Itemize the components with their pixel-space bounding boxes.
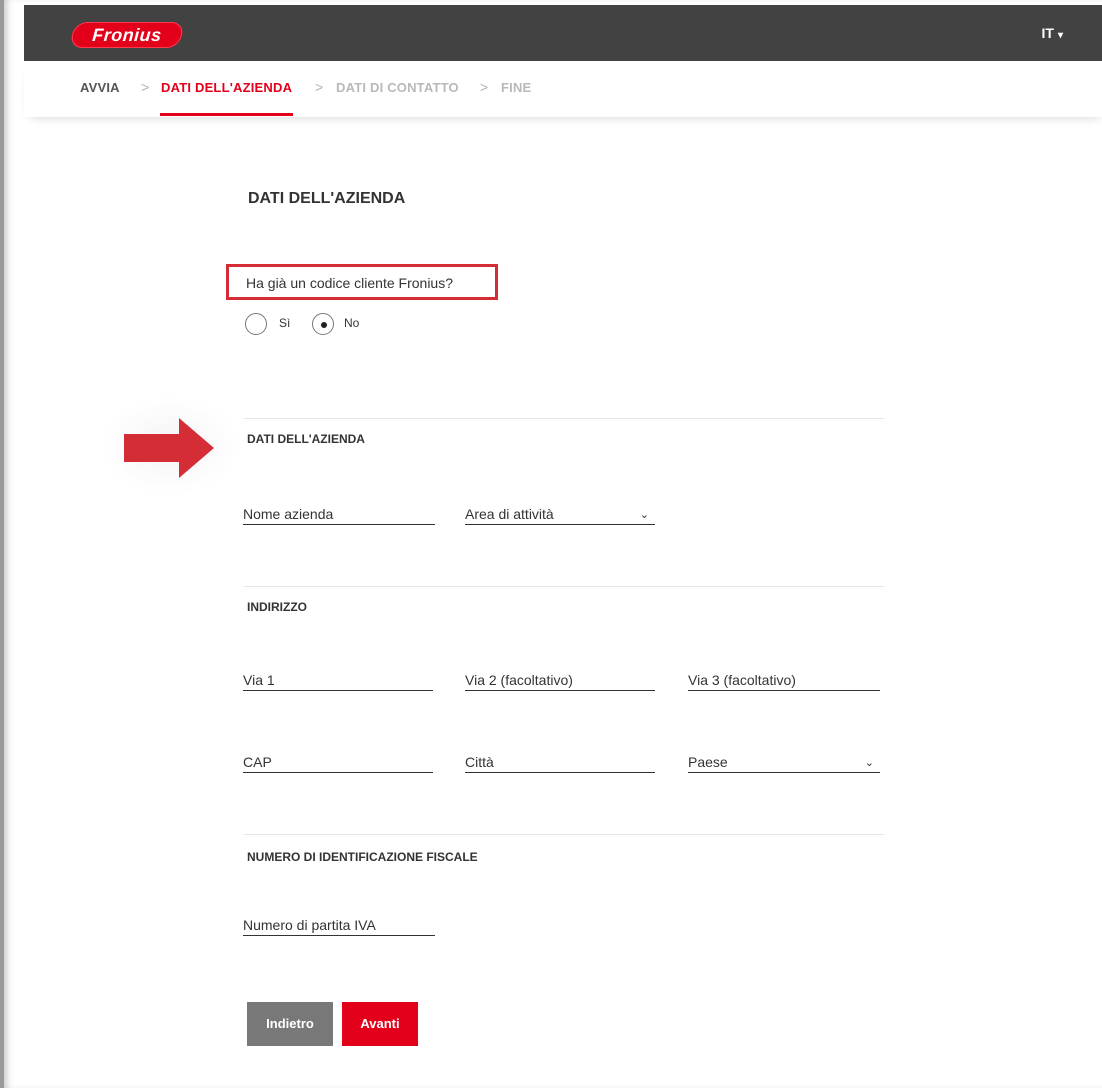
- caret-down-icon: ▾: [1057, 30, 1063, 41]
- street2-input[interactable]: Via 2 (facoltativo): [465, 669, 655, 691]
- activity-area-placeholder: Area di attività: [465, 506, 554, 522]
- arrow-right-icon: [124, 418, 214, 478]
- radio-no[interactable]: [312, 313, 334, 335]
- radio-yes[interactable]: [245, 313, 267, 335]
- next-button[interactable]: Avanti: [342, 1002, 418, 1046]
- street1-input[interactable]: Via 1: [243, 669, 433, 691]
- zip-placeholder: CAP: [243, 754, 272, 770]
- chevron-right-icon: >: [141, 79, 150, 95]
- section-divider: [244, 418, 884, 419]
- section-title-address: INDIRIZZO: [247, 600, 307, 614]
- logo-text: Fronius: [91, 25, 163, 45]
- step-avvia[interactable]: AVVIA: [80, 80, 120, 95]
- chevron-right-icon: >: [315, 79, 324, 95]
- zip-input[interactable]: CAP: [243, 751, 433, 773]
- section-title-company: DATI DELL'AZIENDA: [247, 432, 365, 446]
- vat-number-placeholder: Numero di partita IVA: [243, 917, 376, 933]
- customer-code-question: Ha già un codice cliente Fronius?: [246, 275, 454, 291]
- section-divider: [244, 586, 884, 587]
- company-name-placeholder: Nome azienda: [243, 506, 334, 522]
- chevron-right-icon: >: [480, 79, 489, 95]
- fronius-logo[interactable]: Fronius: [69, 22, 185, 48]
- street2-placeholder: Via 2 (facoltativo): [465, 672, 573, 688]
- back-button[interactable]: Indietro: [247, 1002, 333, 1046]
- chevron-down-icon: ⌄: [639, 509, 649, 521]
- country-placeholder: Paese: [688, 754, 728, 770]
- company-name-input[interactable]: Nome azienda: [243, 503, 435, 525]
- section-divider: [244, 834, 884, 835]
- city-input[interactable]: Città: [465, 751, 655, 773]
- page-title: DATI DELL'AZIENDA: [248, 190, 406, 207]
- section-title-tax: NUMERO DI IDENTIFICAZIONE FISCALE: [247, 850, 478, 864]
- country-select[interactable]: Paese ⌄: [688, 751, 880, 773]
- radio-no-label: No: [344, 316, 360, 330]
- street3-input[interactable]: Via 3 (facoltativo): [688, 669, 880, 691]
- step-dati-azienda[interactable]: DATI DELL'AZIENDA: [159, 80, 294, 116]
- app-frame: Fronius IT ▾ AVVIA > DATI DELL'AZIENDA > …: [0, 0, 1102, 1088]
- step-fine: FINE: [501, 80, 532, 95]
- street1-placeholder: Via 1: [243, 672, 275, 688]
- vat-number-input[interactable]: Numero di partita IVA: [243, 914, 435, 936]
- top-header: Fronius IT ▾: [24, 5, 1102, 61]
- step-dati-contatto: DATI DI CONTATTO: [336, 80, 459, 95]
- chevron-down-icon: ⌄: [864, 757, 874, 769]
- activity-area-select[interactable]: Area di attività ⌄: [465, 503, 655, 525]
- language-selector[interactable]: IT ▾: [1042, 25, 1063, 41]
- language-label: IT: [1041, 25, 1054, 41]
- city-placeholder: Città: [465, 754, 494, 770]
- radio-yes-label: Sì: [279, 316, 291, 330]
- step-breadcrumb: AVVIA > DATI DELL'AZIENDA > DATI DI CONT…: [24, 61, 1102, 117]
- street3-placeholder: Via 3 (facoltativo): [688, 672, 796, 688]
